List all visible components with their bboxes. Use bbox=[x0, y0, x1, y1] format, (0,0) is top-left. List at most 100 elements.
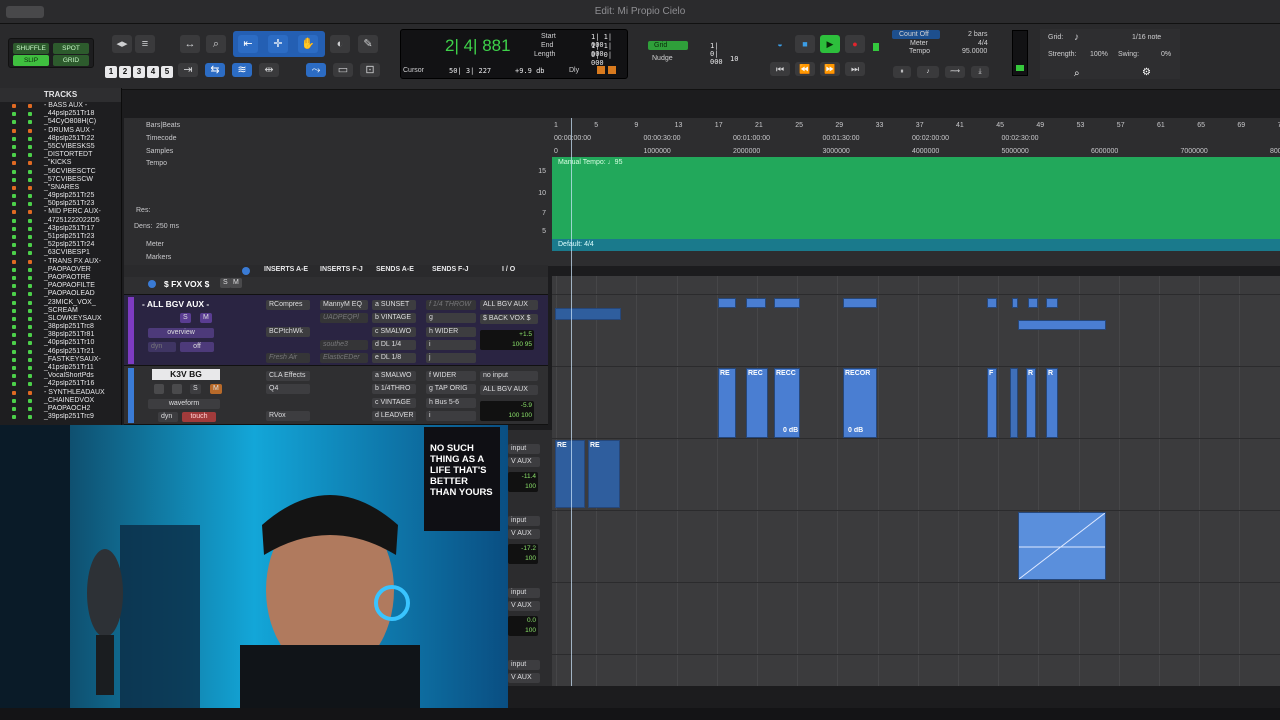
audio-clip[interactable]: R bbox=[1046, 368, 1058, 438]
track-active-icon[interactable] bbox=[28, 390, 32, 395]
edit-window-tracks[interactable]: RE REC RECC 0 dB RECOR 0 dB F R R RE RE bbox=[552, 276, 1280, 686]
track-active-icon[interactable] bbox=[28, 177, 32, 182]
input-select[interactable]: input bbox=[508, 516, 540, 526]
input-select[interactable]: input bbox=[508, 588, 540, 598]
mirror-midi-icon[interactable]: ⇹ bbox=[259, 63, 279, 77]
track-list-item[interactable]: _38pslp251Tr81 bbox=[0, 331, 121, 339]
volume-display[interactable]: +1.5 100 95 bbox=[480, 330, 534, 350]
grid-mode[interactable]: GRID bbox=[53, 55, 89, 66]
track-show-icon[interactable] bbox=[12, 415, 16, 420]
wait-for-note-icon[interactable]: ⏸ bbox=[893, 66, 911, 78]
track-active-icon[interactable] bbox=[28, 406, 32, 411]
go-to-end-icon[interactable]: ⏭ bbox=[845, 62, 865, 76]
track-list-item[interactable]: - MID PERC AUX- bbox=[0, 208, 121, 216]
send-d[interactable]: d LEADVER bbox=[372, 411, 416, 421]
track-list-item[interactable]: _44pslp251Tr18 bbox=[0, 110, 121, 118]
track-list-item[interactable]: _DISTORTEDT bbox=[0, 151, 121, 159]
track-show-icon[interactable] bbox=[12, 390, 16, 395]
send-b[interactable]: b 1/4THRO bbox=[372, 384, 416, 394]
audio-clip[interactable]: RE bbox=[555, 440, 585, 508]
audio-clip[interactable] bbox=[1010, 368, 1018, 438]
audio-clip[interactable] bbox=[1018, 320, 1106, 330]
insertion-follows-icon[interactable]: ⤳ bbox=[306, 63, 326, 77]
insert-j[interactable]: ElasticEDer bbox=[320, 353, 368, 363]
shuffle-mode[interactable]: SHUFFLE bbox=[13, 43, 49, 54]
track-active-icon[interactable] bbox=[28, 210, 32, 215]
input-select[interactable]: ALL BGV AUX bbox=[480, 300, 538, 310]
insert-a[interactable]: CLA Effects bbox=[266, 371, 310, 381]
track-show-icon[interactable] bbox=[12, 185, 16, 190]
insert-a[interactable]: RCompres bbox=[266, 300, 310, 310]
track-active-icon[interactable] bbox=[28, 308, 32, 313]
mute-button[interactable]: M bbox=[200, 313, 212, 323]
pencil-tool-icon[interactable]: ✎ bbox=[358, 35, 378, 53]
insert-i[interactable]: southe3 bbox=[320, 340, 368, 350]
input-select[interactable]: input bbox=[508, 444, 540, 454]
track-list-item[interactable]: _PAOPAOFILTE bbox=[0, 282, 121, 290]
channel-name[interactable]: - ALL BGV AUX - bbox=[142, 299, 209, 309]
track-show-icon[interactable] bbox=[12, 120, 16, 125]
meter-marker[interactable]: Default: 4/4 bbox=[558, 241, 594, 248]
track-active-icon[interactable] bbox=[28, 235, 32, 239]
track-list-item[interactable]: _55CVIBESKS5 bbox=[0, 143, 121, 151]
send-d[interactable]: d DL 1/4 bbox=[372, 340, 416, 350]
track-view-select[interactable]: waveform bbox=[148, 399, 220, 409]
track-active-icon[interactable] bbox=[28, 341, 32, 346]
track-active-icon[interactable] bbox=[28, 398, 32, 403]
track-show-icon[interactable] bbox=[12, 308, 16, 313]
metronome-icon[interactable]: ♪ bbox=[917, 66, 939, 78]
audio-clip[interactable]: RECC 0 dB bbox=[774, 368, 800, 438]
audio-clip[interactable] bbox=[1028, 298, 1038, 308]
automation-dyn[interactable]: dyn bbox=[148, 342, 176, 352]
track-list-item[interactable]: _47251222022D5 bbox=[0, 217, 121, 225]
track-active-icon[interactable] bbox=[28, 366, 32, 370]
track-show-icon[interactable] bbox=[12, 267, 16, 272]
fast-forward-icon[interactable]: ⏩ bbox=[820, 62, 840, 76]
track-list-item[interactable]: - TRANS FX AUX- bbox=[0, 258, 121, 266]
swing-value[interactable]: 0% bbox=[1161, 51, 1171, 58]
track-view-select[interactable]: overview bbox=[148, 328, 214, 338]
output-select[interactable]: $ BACK VOX $ bbox=[480, 314, 538, 324]
send-i[interactable]: i bbox=[426, 411, 476, 421]
audio-clip[interactable] bbox=[843, 298, 877, 308]
send-c[interactable]: c SMALWO bbox=[372, 327, 416, 337]
output-select[interactable]: ALL BGV AUX bbox=[480, 385, 538, 395]
zoom-preset-3[interactable]: 3 bbox=[133, 66, 145, 78]
track-active-icon[interactable] bbox=[28, 169, 32, 174]
track-active-icon[interactable] bbox=[28, 284, 32, 289]
track-show-icon[interactable] bbox=[12, 300, 16, 305]
input-select[interactable]: input bbox=[508, 660, 540, 670]
track-show-icon[interactable] bbox=[12, 357, 16, 362]
track-list-item[interactable]: _"KICKS bbox=[0, 159, 121, 167]
track-show-icon[interactable] bbox=[12, 374, 16, 379]
track-list-item[interactable]: _50pslp251Tr23 bbox=[0, 200, 121, 208]
track-list-item[interactable]: - SYNTHLEADAUX bbox=[0, 389, 121, 397]
rewind-icon[interactable]: ⏪ bbox=[795, 62, 815, 76]
track-list-item[interactable]: _CHAINEDVOX bbox=[0, 397, 121, 405]
track-active-icon[interactable] bbox=[28, 185, 32, 190]
meter-lane[interactable]: Default: 4/4 bbox=[552, 239, 1280, 251]
track-active-icon[interactable] bbox=[28, 382, 32, 387]
track-show-icon[interactable] bbox=[12, 259, 16, 264]
track-show-icon[interactable] bbox=[12, 112, 16, 117]
input-select[interactable]: no input bbox=[480, 371, 538, 381]
track-active-icon[interactable] bbox=[28, 112, 32, 117]
output-select[interactable]: V AUX bbox=[508, 457, 540, 467]
track-show-icon[interactable] bbox=[12, 136, 16, 141]
track-show-icon[interactable] bbox=[12, 341, 16, 346]
track-show-icon[interactable] bbox=[12, 128, 16, 133]
track-list-item[interactable]: _38pslp251Trc8 bbox=[0, 323, 121, 331]
tempo-lane[interactable]: Manual Tempo: ♩95 bbox=[552, 157, 1280, 239]
output-select[interactable]: V AUX bbox=[508, 673, 540, 683]
track-list-item[interactable]: _VocalShortPds bbox=[0, 372, 121, 380]
send-e[interactable]: e DL 1/8 bbox=[372, 353, 416, 363]
track-list-item[interactable]: _57CVIBESCW bbox=[0, 176, 121, 184]
link-track-icon[interactable]: ≋ bbox=[232, 63, 252, 77]
send-a[interactable]: a SUNSET bbox=[372, 300, 416, 310]
audio-clip[interactable] bbox=[1012, 298, 1018, 308]
tempo-marker[interactable]: Manual Tempo: ♩95 bbox=[558, 159, 622, 166]
ms-badge[interactable] bbox=[597, 66, 605, 74]
track-active-icon[interactable] bbox=[28, 259, 32, 264]
audio-clip[interactable] bbox=[555, 308, 621, 320]
search-icon[interactable]: ⌕ bbox=[1074, 68, 1080, 79]
